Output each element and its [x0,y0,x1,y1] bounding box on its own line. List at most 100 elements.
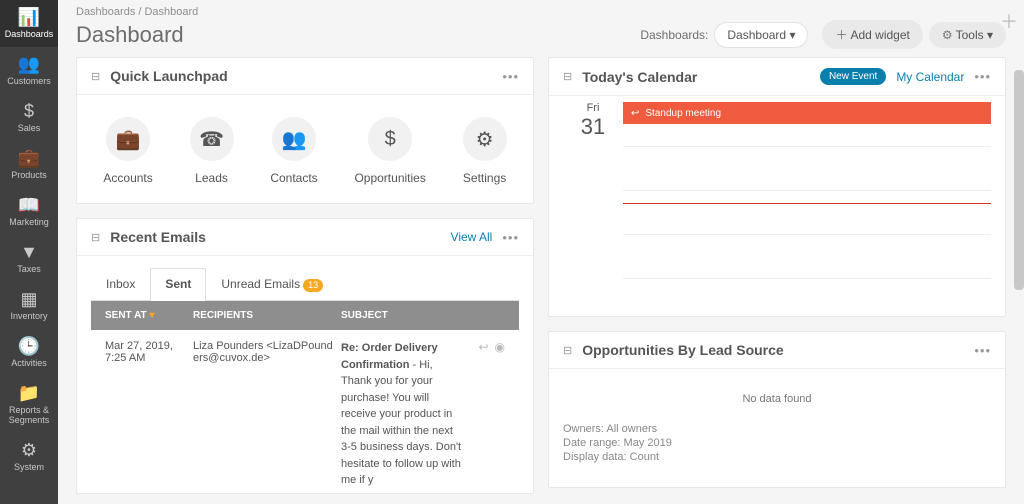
dashboard-selector[interactable]: Dashboard ▾ [714,22,808,48]
nav-icon: 📖 [18,196,40,214]
launch-opportunities[interactable]: $Opportunities [354,117,425,185]
nav-icon: ⚙ [21,441,37,459]
settings-icon: ⚙ [463,117,507,161]
collapse-icon[interactable]: ⊟ [91,70,100,83]
nav-item-reports-segments[interactable]: 📁 Reports & Segments [0,376,58,433]
nav-item-dashboards[interactable]: 📊 Dashboards [0,0,58,47]
email-table-header: SENT AT ▾ RECIPIENTS SUBJECT [91,301,519,330]
nav-label: Products [11,170,47,180]
new-event-button[interactable]: New Event [820,68,886,85]
my-calendar-link[interactable]: My Calendar [896,70,964,84]
no-data-text: No data found [563,393,991,405]
collapse-icon[interactable]: ⊟ [563,70,572,83]
opportunities-card: ⊟ Opportunities By Lead Source ••• No da… [548,331,1006,488]
calendar-grid[interactable]: 5:00 AM6:00 AM7:00 AM8:00 AM [623,146,991,316]
view-icon[interactable]: ◉ [495,340,505,489]
nav-label: Activities [11,358,47,368]
nav-label: Taxes [17,264,41,274]
left-column: ⊟ Quick Launchpad ••• 💼 Accounts ☎ Leads 👥 Co… [76,57,534,494]
launch-settings[interactable]: ⚙ Settings [463,117,507,185]
card-menu-icon[interactable]: ••• [502,230,519,245]
meta-line: Date range: May 2019 [563,437,991,449]
email-sent-at: Mar 27, 2019, 7:25 AM [105,340,185,489]
nav-item-inventory[interactable]: ▦ Inventory [0,282,58,329]
nav-item-sales[interactable]: $ Sales [0,94,58,141]
nav-item-marketing[interactable]: 📖 Marketing [0,188,58,235]
view-all-link[interactable]: View All [451,230,493,244]
nav-item-taxes[interactable]: ▼ Taxes [0,235,58,282]
nav-label: Marketing [9,217,49,227]
collapse-icon[interactable]: ⊟ [91,231,100,244]
main-area: Dashboards / Dashboard Dashboard Dashboa… [58,0,1024,504]
email-subject: Re: Order Delivery Confirmation - Hi, Th… [341,340,465,489]
launch-label: Leads [195,171,228,185]
card-menu-icon[interactable]: ••• [502,69,519,84]
breadcrumb: Dashboards / Dashboard [76,6,1006,18]
card-menu-icon[interactable]: ••• [974,69,991,84]
quick-launchpad-card: ⊟ Quick Launchpad ••• 💼 Accounts ☎ Leads 👥 Co… [76,57,534,204]
col-subject[interactable]: SUBJECT [341,310,505,321]
time-slot[interactable]: 5:00 AM [623,146,991,190]
col-recipients[interactable]: RECIPIENTS [193,310,333,321]
accounts-icon: 💼 [106,117,150,161]
gear-icon: ⚙ [942,28,953,42]
nav-label: Reports & Segments [2,405,56,425]
col-sent[interactable]: SENT AT ▾ [105,310,185,321]
nav-label: Customers [7,76,51,86]
launch-label: Settings [463,171,506,185]
nav-label: Inventory [10,311,47,321]
meta-line: Owners: All owners [563,423,991,435]
nav-item-system[interactable]: ⚙System [0,433,58,480]
allday-event[interactable]: Standup meeting [623,102,991,146]
side-navigation: 📊 Dashboards 👥Customers $ Sales 💼 Products 📖 Mar… [0,0,58,504]
nav-icon: 📊 [18,8,40,26]
launch-contacts[interactable]: 👥 Contacts [270,117,317,185]
tab-inbox[interactable]: Inbox [91,268,150,300]
calendar-card: ⊟ Today's Calendar New Event My Calendar… [548,57,1006,317]
sort-desc-icon: ▾ [149,310,154,321]
launch-label: Accounts [103,171,152,185]
time-slot[interactable]: 6:00 AM [623,190,991,234]
dashboard-selector-label: Dashboards: [640,28,708,42]
collapse-icon[interactable]: ⊟ [563,344,572,357]
nav-item-customers[interactable]: 👥Customers [0,47,58,94]
tab-sent[interactable]: Sent [150,268,206,301]
launch-accounts[interactable]: 💼 Accounts [103,117,152,185]
nav-icon: 📁 [18,384,40,402]
nav-label: Dashboards [5,29,54,39]
unread-badge: 13 [303,279,323,292]
calendar-date: Fri 31 [563,96,623,146]
meta-line: Display data: Count [563,451,991,463]
contacts-icon: 👥 [272,117,316,161]
time-slot[interactable]: 8:00 AM [623,278,991,316]
reply-icon[interactable]: ↩ [478,340,488,489]
nav-icon: ▼ [20,243,38,261]
tab-unread[interactable]: Unread Emails13 [206,268,338,300]
card-title: Quick Launchpad [110,68,502,84]
card-menu-icon[interactable]: ••• [974,343,991,358]
email-row[interactable]: Mar 27, 2019, 7:25 AM Liza Pounders <Liz… [91,330,519,494]
leads-icon: ☎ [190,117,234,161]
email-recipient: Liza Pounders <LizaDPounders@cuvox.de> [193,340,333,489]
launch-leads[interactable]: ☎ Leads [190,117,234,185]
opportunities-icon: $ [368,117,412,161]
nav-item-products[interactable]: 💼 Products [0,141,58,188]
nav-icon: 💼 [18,149,40,167]
nav-icon: ▦ [20,290,37,308]
card-title: Recent Emails [110,229,450,245]
plus-icon: ＋ [835,28,847,42]
page-scrollbar[interactable] [1014,70,1024,290]
time-slot[interactable]: 7:00 AM [623,234,991,278]
nav-icon: $ [24,102,34,120]
right-column: ⊟ Today's Calendar New Event My Calendar… [548,57,1006,494]
add-widget-button[interactable]: ＋Add widget [822,20,922,49]
nav-item-activities[interactable]: 🕒 Activities [0,329,58,376]
nav-label: Sales [18,123,41,133]
add-dashboard-icon[interactable]: ＋ [1000,8,1018,34]
nav-icon: 🕒 [18,337,40,355]
page-title: Dashboard [76,22,640,48]
email-tabs: Inbox Sent Unread Emails13 [91,268,519,301]
launch-label: Contacts [270,171,317,185]
card-title: Opportunities By Lead Source [582,342,974,358]
tools-button[interactable]: ⚙Tools ▾ [929,22,1006,48]
